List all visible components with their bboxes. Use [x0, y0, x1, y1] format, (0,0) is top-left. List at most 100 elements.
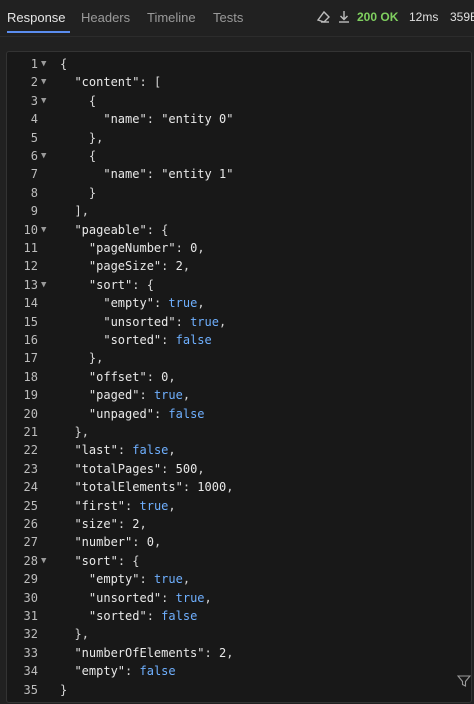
line-number: 32: [23, 627, 38, 642]
code-line: 12 "pageSize": 2,: [7, 257, 471, 275]
code-text: "paged": true,: [88, 388, 191, 403]
line-number: 10: [23, 222, 38, 237]
response-time: 12ms: [409, 10, 439, 24]
code-text: },: [74, 627, 89, 642]
line-number: 13: [23, 277, 38, 292]
tab-tests[interactable]: Tests: [213, 10, 243, 25]
code-line: 33 "numberOfElements": 2,: [7, 644, 471, 662]
code-text: "first": true,: [74, 498, 176, 513]
fold-toggle-icon[interactable]: ▼: [41, 92, 46, 110]
code-line: 15 "unsorted": true,: [7, 313, 471, 331]
line-number: 33: [23, 645, 38, 660]
download-icon[interactable]: [336, 9, 352, 25]
fold-toggle-icon[interactable]: ▼: [41, 147, 46, 165]
code-line: 17 },: [7, 349, 471, 367]
code-text: }: [60, 682, 68, 697]
code-text: {: [60, 57, 68, 71]
line-number: 3: [30, 93, 38, 108]
code-text: "unsorted": true,: [103, 314, 227, 329]
code-line: 8 }: [7, 184, 471, 202]
code-line: 14 "empty": true,: [7, 294, 471, 312]
code-text: "unpaged": false: [88, 406, 205, 421]
code-text: },: [74, 425, 89, 439]
code-text: "name": "entity 0": [103, 112, 234, 127]
fold-toggle-icon[interactable]: ▼: [41, 276, 46, 294]
code-text: "sorted": false: [88, 609, 198, 623]
code-line: 1 ▼ {: [7, 55, 471, 73]
filter-icon[interactable]: [457, 674, 471, 688]
line-number: 34: [23, 664, 38, 679]
code-text: }: [88, 185, 97, 200]
line-number: 1: [30, 57, 38, 71]
code-text: "numberOfElements": 2,: [74, 645, 234, 660]
code-line: 24 "totalElements": 1000,: [7, 478, 471, 496]
line-number: 27: [23, 535, 38, 550]
line-number: 6: [30, 149, 38, 163]
code-text: "size": 2,: [74, 517, 147, 531]
code-line: 29 "empty": true,: [7, 570, 471, 588]
line-number: 4: [30, 112, 38, 127]
status-code: 200 OK: [357, 10, 399, 24]
code-line: 10 ▼ "pageable": {: [7, 221, 471, 239]
line-number: 17: [23, 351, 38, 366]
code-text: "totalElements": 1000,: [74, 480, 234, 495]
code-text: },: [88, 130, 104, 145]
line-number: 22: [23, 443, 38, 458]
code-line: 2 ▼ "content": [: [7, 73, 471, 91]
response-tab-bar: Response Headers Timeline Tests 200 OK 1…: [0, 0, 474, 37]
line-number: 18: [23, 369, 38, 384]
fold-toggle-icon[interactable]: ▼: [41, 55, 46, 73]
code-line: 21 },: [7, 423, 471, 441]
code-line: 31 "sorted": false: [7, 607, 471, 625]
code-text: "sort": {: [88, 277, 154, 292]
active-tab-indicator: [7, 31, 70, 33]
line-number: 35: [23, 682, 38, 697]
code-text: "sort": {: [74, 553, 140, 568]
line-number: 30: [23, 590, 38, 605]
line-number: 29: [23, 572, 38, 587]
code-line: 13 ▼ "sort": {: [7, 276, 471, 294]
code-text: "totalPages": 500,: [74, 461, 205, 476]
line-number: 15: [23, 314, 38, 329]
code-text: "empty": true,: [88, 572, 191, 587]
code-line: 22 "last": false,: [7, 441, 471, 459]
line-number: 5: [30, 130, 38, 145]
code-line: 35}: [7, 681, 471, 699]
fold-toggle-icon[interactable]: ▼: [41, 221, 46, 239]
tab-headers[interactable]: Headers: [81, 10, 130, 25]
code-line: 25 "first": true,: [7, 497, 471, 515]
code-text: "unsorted": true,: [88, 590, 212, 605]
code-line: 4 "name": "entity 0": [7, 110, 471, 128]
code-text: "name": "entity 1": [103, 167, 234, 182]
code-text: "last": false,: [74, 443, 176, 458]
line-number: 2: [30, 75, 38, 90]
code-line: 9 ],: [7, 202, 471, 220]
code-line: 16 "sorted": false: [7, 331, 471, 349]
response-size: 359B: [450, 10, 474, 24]
line-number: 21: [23, 425, 38, 439]
code-text: "empty": false: [74, 664, 176, 679]
code-line: 19 "paged": true,: [7, 386, 471, 404]
response-body-editor[interactable]: 1 ▼{2 ▼ "content": [3 ▼ {4 "name": "entity …: [6, 51, 472, 703]
code-text: "offset": 0,: [88, 369, 176, 384]
code-line: 18 "offset": 0,: [7, 368, 471, 386]
clear-icon[interactable]: [315, 9, 331, 25]
line-number: 31: [23, 609, 38, 623]
line-number: 8: [30, 185, 38, 200]
code-line: 3 ▼ {: [7, 92, 471, 110]
line-number: 25: [23, 498, 38, 513]
tab-timeline[interactable]: Timeline: [147, 10, 196, 25]
line-number: 16: [23, 333, 38, 347]
fold-toggle-icon[interactable]: ▼: [41, 552, 46, 570]
code-text: "number": 0,: [74, 535, 162, 550]
line-number: 7: [30, 167, 38, 182]
code-line: 7 "name": "entity 1": [7, 165, 471, 183]
code-text: ],: [74, 204, 89, 219]
line-number: 19: [23, 388, 38, 403]
code-line: 23 "totalPages": 500,: [7, 460, 471, 478]
code-line: 27 "number": 0,: [7, 533, 471, 551]
code-line: 28 ▼ "sort": {: [7, 552, 471, 570]
fold-toggle-icon[interactable]: ▼: [41, 73, 46, 91]
tab-response[interactable]: Response: [7, 10, 66, 25]
code-text: {: [88, 149, 97, 163]
